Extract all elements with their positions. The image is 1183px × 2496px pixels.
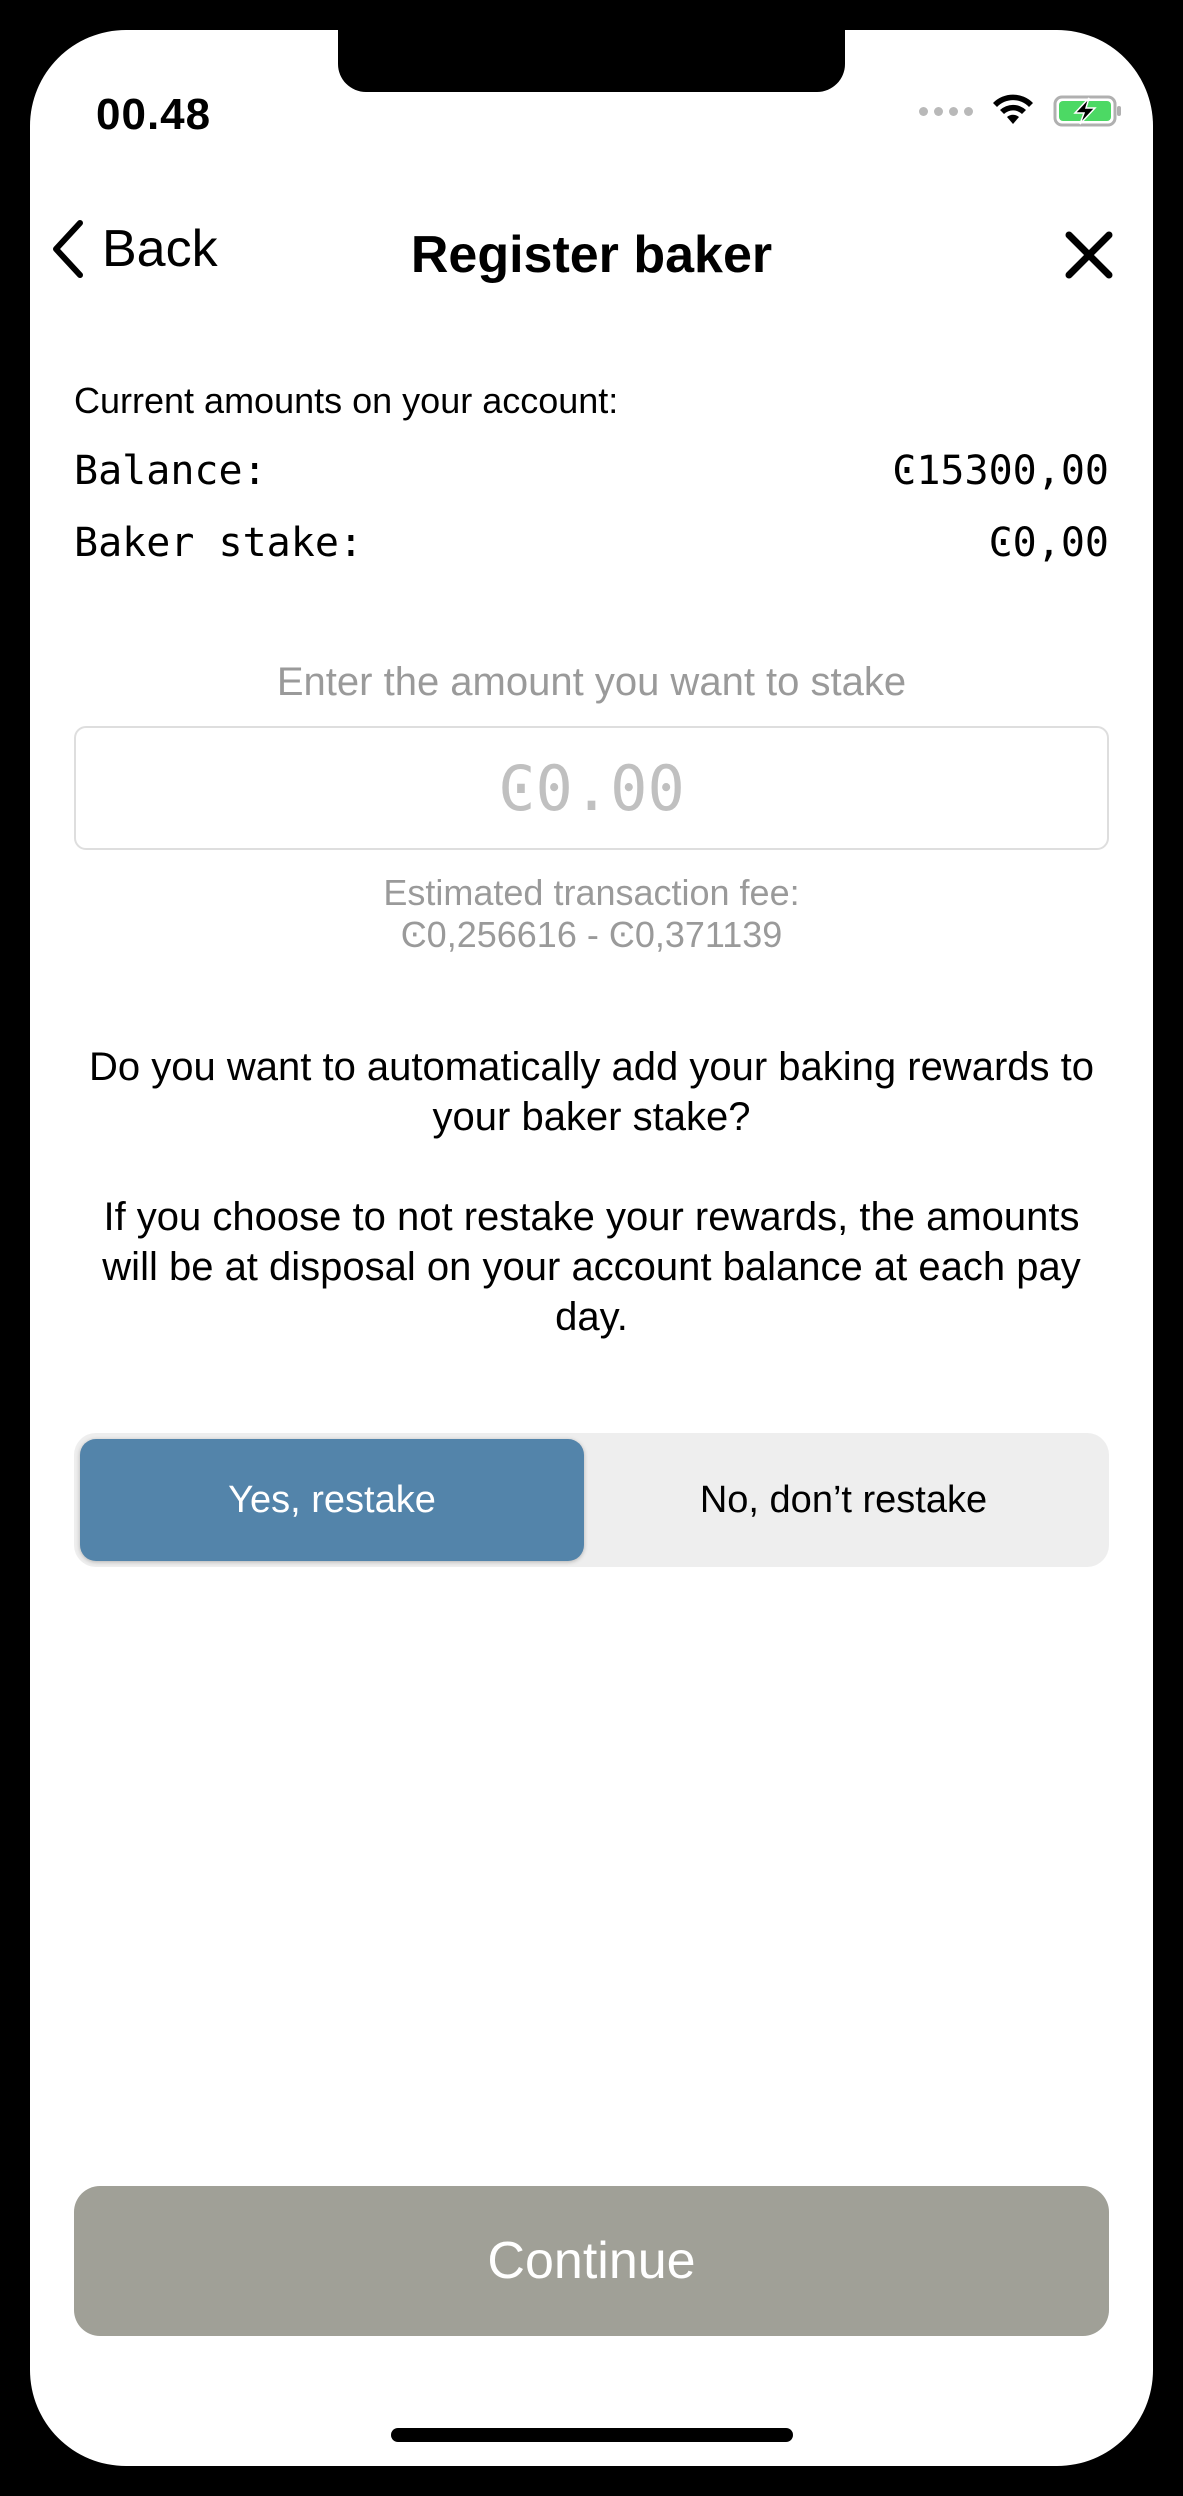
yes-restake-option[interactable]: Yes, restake [80, 1439, 584, 1561]
signal-dots-icon [919, 106, 973, 116]
baker-stake-value: Ͼ0,00 [988, 520, 1109, 566]
continue-button[interactable]: Continue [74, 2186, 1109, 2336]
balance-value: Ͼ15300,00 [892, 448, 1109, 494]
notch [338, 30, 845, 92]
restake-explanation: If you choose to not restake your reward… [102, 1195, 1081, 1339]
fee-range: Ͼ0,256616 - Ͼ0,371139 [400, 914, 783, 955]
wifi-icon [993, 94, 1033, 124]
home-indicator [391, 2428, 793, 2442]
close-icon[interactable] [1063, 229, 1115, 281]
status-time: 00.48 [96, 90, 212, 139]
device-frame: 00.48 Back Register baker Current amount… [0, 0, 1183, 2496]
restake-question: Do you want to automatically add your ba… [89, 1045, 1094, 1139]
status-icons [919, 94, 1123, 128]
restake-segmented-control: Yes, restake No, don’t restake [74, 1433, 1109, 1567]
no-restake-option[interactable]: No, don’t restake [584, 1439, 1103, 1561]
page-title: Register baker [410, 226, 773, 284]
amounts-heading: Current amounts on your account: [74, 380, 619, 421]
app-screen: 00.48 Back Register baker Current amount… [30, 30, 1153, 2466]
baker-stake-label: Baker stake: [74, 520, 363, 566]
stake-prompt: Enter the amount you want to stake [276, 660, 907, 704]
stake-amount-input[interactable] [74, 726, 1109, 850]
navigation-bar: Back Register baker [30, 205, 1153, 305]
battery-charging-icon [1053, 95, 1121, 127]
balance-row: Balance: Ͼ15300,00 [74, 448, 1109, 494]
balance-label: Balance: [74, 448, 267, 494]
fee-label: Estimated transaction fee: [383, 872, 800, 913]
baker-stake-row: Baker stake: Ͼ0,00 [74, 520, 1109, 566]
